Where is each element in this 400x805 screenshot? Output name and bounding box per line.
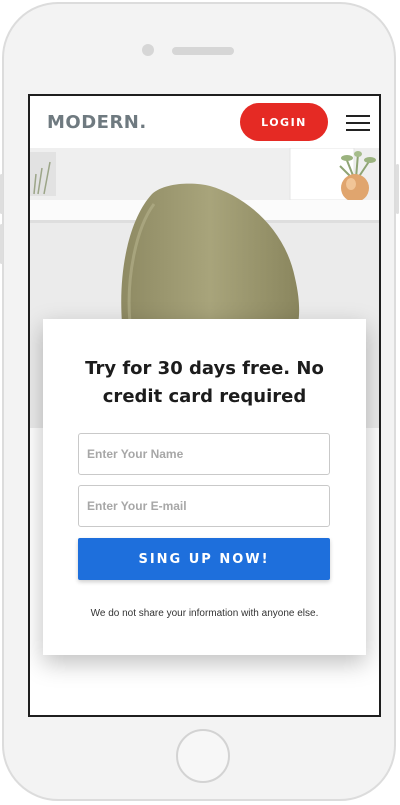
- volume-up-button: [0, 174, 3, 214]
- privacy-disclaimer: We do not share your information with an…: [90, 608, 319, 619]
- earpiece-speaker: [172, 47, 234, 55]
- phone-frame: MODERN. LOGIN Try for 30 days free. No c…: [0, 2, 399, 801]
- home-button[interactable]: [176, 729, 230, 783]
- hamburger-menu-icon[interactable]: [346, 113, 370, 133]
- power-button: [396, 164, 399, 214]
- signup-title: Try for 30 days free. No credit card req…: [85, 358, 324, 407]
- logo[interactable]: MODERN.: [47, 112, 147, 133]
- name-input[interactable]: [78, 433, 330, 475]
- front-camera: [142, 44, 154, 56]
- phone-screen: MODERN. LOGIN Try for 30 days free. No c…: [28, 94, 381, 717]
- email-input[interactable]: [78, 485, 330, 527]
- login-button[interactable]: LOGIN: [240, 103, 328, 141]
- navbar: MODERN. LOGIN: [30, 96, 379, 148]
- signup-card: Try for 30 days free. No credit card req…: [43, 319, 366, 655]
- volume-down-button: [0, 224, 3, 264]
- signup-button[interactable]: SING UP NOW!: [78, 538, 330, 580]
